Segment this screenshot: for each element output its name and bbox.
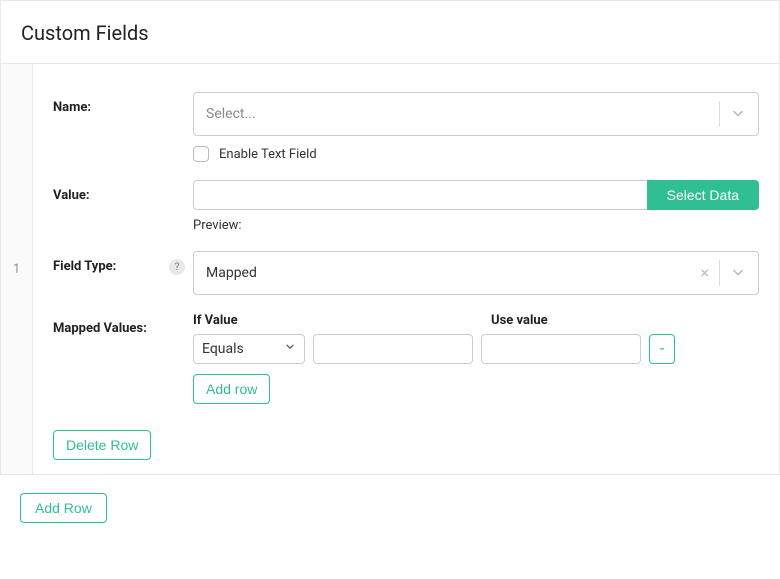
use-value-header: Use value	[491, 313, 759, 328]
select-data-button[interactable]: Select Data	[647, 180, 759, 210]
panel-title: Custom Fields	[21, 21, 759, 45]
preview-label: Preview:	[193, 218, 759, 233]
add-mapped-row-button[interactable]: Add row	[193, 374, 270, 404]
select-divider	[719, 260, 720, 286]
clear-icon[interactable]: ×	[700, 265, 709, 281]
condition-select[interactable]: Equals	[193, 334, 305, 364]
value-label: Value:	[53, 188, 90, 203]
chevron-down-icon	[730, 265, 746, 281]
use-value-input[interactable]	[481, 334, 641, 364]
enable-text-label: Enable Text Field	[219, 147, 317, 162]
add-row-button[interactable]: Add Row	[20, 493, 107, 523]
mapped-values-label: Mapped Values:	[53, 321, 147, 336]
chevron-down-icon	[284, 341, 296, 357]
name-label: Name:	[53, 100, 91, 115]
if-value-header: If Value	[193, 313, 481, 328]
remove-mapped-row-button[interactable]: -	[649, 334, 675, 364]
field-row: 1 Name: Select... E	[1, 63, 779, 474]
help-icon[interactable]: ?	[169, 259, 185, 275]
panel-header: Custom Fields	[1, 1, 779, 63]
field-type-select[interactable]: Mapped ×	[193, 251, 759, 295]
chevron-down-icon	[730, 106, 746, 122]
select-divider	[719, 101, 720, 127]
name-select[interactable]: Select...	[193, 92, 759, 136]
name-select-placeholder: Select...	[206, 106, 256, 122]
value-input[interactable]	[193, 180, 647, 210]
condition-value: Equals	[202, 341, 244, 357]
delete-row-button[interactable]: Delete Row	[53, 430, 151, 460]
enable-text-checkbox[interactable]	[193, 146, 209, 162]
field-type-label: Field Type:	[53, 259, 116, 274]
if-value-input[interactable]	[313, 334, 473, 364]
field-type-value: Mapped	[206, 265, 257, 281]
row-index: 1	[1, 64, 33, 474]
